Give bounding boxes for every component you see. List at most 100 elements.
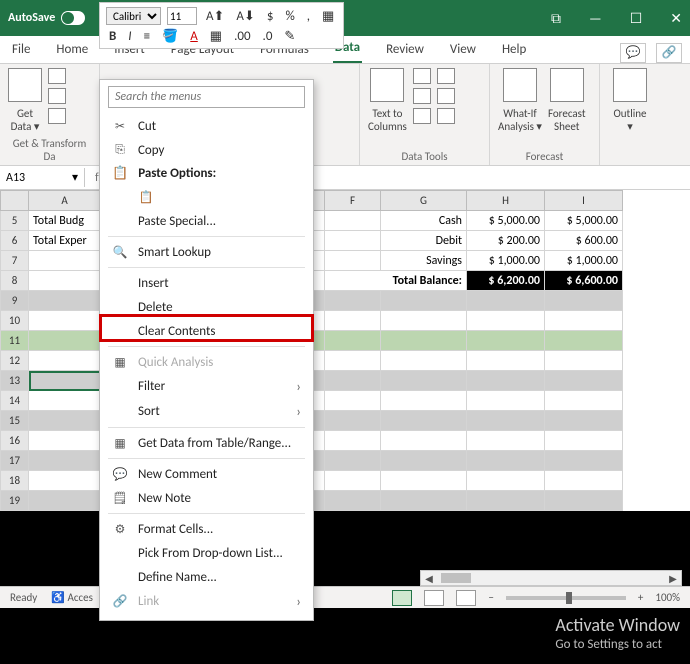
cell[interactable]: $ 5,000.00 — [467, 211, 545, 231]
ctx-paste-special[interactable]: Paste Special... — [100, 209, 313, 233]
col-A[interactable]: A — [29, 191, 101, 211]
cell[interactable]: Total Balance: — [325, 271, 467, 291]
cell[interactable]: $ 1,000.00 — [467, 251, 545, 271]
align-icon[interactable]: ≡ — [141, 29, 153, 44]
what-if-button[interactable]: What-If Analysis ▾ — [498, 105, 542, 133]
minimize-icon[interactable]: — — [589, 10, 602, 27]
ctx-delete[interactable]: Delete — [100, 295, 313, 319]
ctx-clear-contents[interactable]: Clear Contents — [100, 319, 313, 343]
data-validation-icon[interactable] — [413, 108, 431, 124]
col-F[interactable]: F — [325, 191, 381, 211]
row-18[interactable]: 18 — [1, 471, 29, 491]
cell[interactable]: $ 600.00 — [545, 231, 623, 251]
row-7[interactable]: 7 — [1, 251, 29, 271]
context-search-input[interactable] — [108, 86, 305, 108]
zoom-in-icon[interactable]: + — [638, 591, 643, 604]
view-page-layout-icon[interactable] — [424, 590, 444, 606]
outline-icon[interactable] — [613, 68, 647, 102]
ctx-filter[interactable]: Filter — [100, 374, 313, 399]
decrease-decimal-icon[interactable]: .00 — [231, 29, 253, 44]
row-13[interactable]: 13 — [1, 371, 29, 391]
ctx-get-data[interactable]: ▦Get Data from Table/Range... — [100, 431, 313, 455]
format-painter-icon[interactable]: ✎ — [281, 29, 298, 44]
row-17[interactable]: 17 — [1, 451, 29, 471]
flash-fill-icon[interactable] — [413, 68, 431, 84]
fill-color-icon[interactable]: 🪣 — [159, 29, 181, 44]
close-icon[interactable]: ✕ — [670, 10, 682, 27]
horizontal-scrollbar[interactable]: ◀ ▶ — [420, 570, 682, 586]
col-I[interactable]: I — [545, 191, 623, 211]
ctx-paste-default[interactable]: 📋 — [100, 185, 313, 209]
col-H[interactable]: H — [467, 191, 545, 211]
text-to-columns-icon[interactable] — [370, 68, 404, 102]
tab-help[interactable]: Help — [500, 38, 528, 63]
zoom-level[interactable]: 100% — [655, 591, 680, 604]
increase-decimal-icon[interactable]: .0 — [260, 29, 276, 44]
from-table-icon[interactable] — [48, 108, 66, 124]
active-cell[interactable] — [29, 371, 101, 391]
cell[interactable]: $ 5,000.00 — [545, 211, 623, 231]
borders-icon[interactable]: ▦ — [207, 29, 225, 44]
ctx-pick-dropdown[interactable]: Pick From Drop-down List... — [100, 541, 313, 565]
ribbon-mode-icon[interactable]: ⧉ — [551, 10, 561, 27]
scroll-left-icon[interactable]: ◀ — [421, 572, 437, 585]
status-accessibility[interactable]: ♿ Acces — [51, 591, 93, 604]
maximize-icon[interactable]: ☐ — [630, 10, 643, 27]
tab-file[interactable]: File — [10, 38, 32, 63]
ctx-smart-lookup[interactable]: 🔍Smart Lookup — [100, 240, 313, 264]
row-5[interactable]: 5 — [1, 211, 29, 231]
ctx-cut[interactable]: ✂Cut — [100, 114, 313, 138]
ctx-new-note[interactable]: 🗒New Note — [100, 486, 313, 510]
increase-font-icon[interactable]: A⬆ — [203, 9, 227, 24]
currency-icon[interactable]: $ — [264, 9, 277, 24]
font-select[interactable]: Calibri — [106, 7, 161, 25]
row-10[interactable]: 10 — [1, 311, 29, 331]
row-12[interactable]: 12 — [1, 351, 29, 371]
zoom-slider[interactable] — [506, 596, 626, 600]
tab-review[interactable]: Review — [384, 38, 426, 63]
share-icon[interactable]: 🔗 — [656, 43, 682, 63]
italic-button[interactable]: I — [125, 29, 134, 44]
row-6[interactable]: 6 — [1, 231, 29, 251]
scroll-right-icon[interactable]: ▶ — [665, 572, 681, 585]
ctx-insert[interactable]: Insert — [100, 271, 313, 295]
from-text-icon[interactable] — [48, 68, 66, 84]
row-14[interactable]: 14 — [1, 391, 29, 411]
row-8[interactable]: 8 — [1, 271, 29, 291]
cell[interactable]: Total Budg — [29, 211, 101, 231]
ctx-new-comment[interactable]: 💬New Comment — [100, 462, 313, 486]
ctx-sort[interactable]: Sort — [100, 399, 313, 424]
remove-dup-icon[interactable] — [413, 88, 431, 104]
cell[interactable]: Total Exper — [29, 231, 101, 251]
font-size-input[interactable] — [167, 7, 197, 25]
forecast-sheet-icon[interactable] — [550, 68, 584, 102]
ctx-format-cells[interactable]: ⚙Format Cells... — [100, 517, 313, 541]
format-table-icon[interactable]: ▦ — [319, 9, 337, 24]
autosave-toggle[interactable] — [61, 11, 85, 25]
row-9[interactable]: 9 — [1, 291, 29, 311]
name-box[interactable]: A13▾ — [0, 168, 85, 187]
row-19[interactable]: 19 — [1, 491, 29, 511]
what-if-icon[interactable] — [503, 68, 537, 102]
comma-icon[interactable]: , — [304, 9, 313, 24]
decrease-font-icon[interactable]: A⬇ — [233, 9, 257, 24]
row-11[interactable]: 11 — [1, 331, 29, 351]
ctx-define-name[interactable]: Define Name... — [100, 565, 313, 589]
tab-home[interactable]: Home — [54, 38, 90, 63]
cell[interactable]: Cash — [381, 211, 467, 231]
cell[interactable]: $ 6,200.00 — [467, 271, 545, 291]
cell[interactable]: $ 6,600.00 — [545, 271, 623, 291]
from-web-icon[interactable] — [48, 88, 66, 104]
scroll-thumb[interactable] — [441, 573, 471, 583]
forecast-sheet-button[interactable]: Forecast Sheet — [548, 105, 586, 133]
percent-icon[interactable]: % — [282, 9, 297, 24]
get-data-icon[interactable] — [8, 68, 42, 102]
cell[interactable]: $ 200.00 — [467, 231, 545, 251]
row-15[interactable]: 15 — [1, 411, 29, 431]
comments-icon[interactable]: 💬 — [620, 43, 646, 63]
data-model-icon[interactable] — [437, 108, 455, 124]
zoom-out-icon[interactable]: − — [488, 591, 493, 604]
cell[interactable]: Savings — [381, 251, 467, 271]
bold-button[interactable]: B — [106, 29, 119, 44]
tab-view[interactable]: View — [448, 38, 478, 63]
